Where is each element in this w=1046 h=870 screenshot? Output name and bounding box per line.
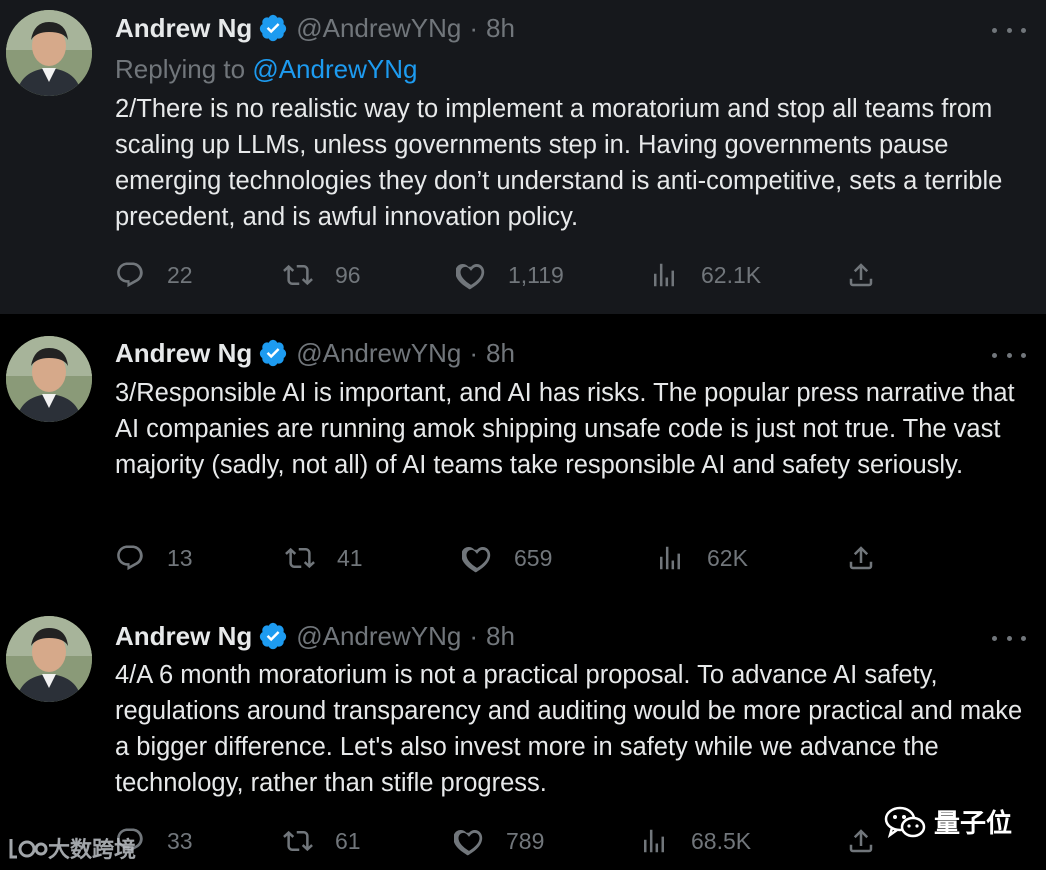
- separator: ·: [469, 620, 479, 651]
- replying-to: Replying to @AndrewYNg: [115, 54, 417, 85]
- like-button[interactable]: 789: [454, 821, 544, 861]
- views-count: 62.1K: [701, 261, 762, 288]
- tweet-header: Andrew Ng @AndrewYNg · 8h: [115, 335, 515, 371]
- verified-badge-icon: [260, 339, 287, 367]
- avatar[interactable]: [6, 10, 92, 96]
- like-count: 659: [514, 544, 553, 571]
- tweet-text: 4/A 6 month moratorium is not a practica…: [115, 661, 1023, 797]
- retweet-count: 96: [335, 261, 361, 288]
- views-icon: [644, 829, 664, 853]
- replying-label: Replying to: [115, 54, 246, 84]
- retweet-count: 41: [337, 544, 363, 571]
- tweet-text: 3/Responsible AI is important, and AI ha…: [115, 379, 1015, 479]
- heart-icon: [456, 263, 485, 290]
- views-count: 68.5K: [691, 827, 752, 854]
- like-count: 789: [506, 827, 545, 854]
- author-name[interactable]: Andrew Ng: [115, 338, 252, 369]
- share-icon: [849, 829, 873, 853]
- watermark-right: 量子位: [884, 803, 1012, 840]
- share-button[interactable]: [846, 538, 876, 578]
- retweet-icon: [285, 547, 315, 569]
- reply-count: 22: [167, 261, 193, 288]
- heart-icon: [454, 829, 483, 856]
- reply-button[interactable]: 13: [115, 538, 193, 578]
- like-button[interactable]: 1,119: [456, 255, 564, 295]
- retweet-button[interactable]: 61: [283, 821, 361, 861]
- views-count: 62K: [707, 544, 748, 571]
- tweet-header: Andrew Ng @AndrewYNg · 8h: [115, 10, 515, 46]
- timestamp[interactable]: 8h: [486, 338, 515, 369]
- action-bar: 33 61 789 68.5K: [115, 821, 895, 861]
- share-icon: [849, 263, 873, 287]
- tweet[interactable]: Andrew Ng @AndrewYNg · 8h Replying to @A…: [0, 0, 1046, 314]
- author-name[interactable]: Andrew Ng: [115, 13, 252, 44]
- verified-badge-icon: [260, 622, 287, 650]
- timestamp[interactable]: 8h: [486, 621, 515, 652]
- reply-icon: [117, 262, 143, 288]
- retweet-count: 61: [335, 827, 361, 854]
- heart-icon: [462, 546, 491, 573]
- reply-button[interactable]: 22: [115, 255, 193, 295]
- wechat-icon: [884, 806, 926, 838]
- share-button[interactable]: [846, 255, 876, 295]
- like-count: 1,119: [508, 261, 564, 288]
- tweet[interactable]: Andrew Ng @AndrewYNg · 8h 3/Responsible …: [0, 314, 1046, 598]
- retweet-button[interactable]: 41: [285, 538, 363, 578]
- watermark-logo-icon: [9, 839, 48, 859]
- mention-link[interactable]: @AndrewYNg: [252, 54, 417, 84]
- verified-badge-icon: [260, 14, 287, 42]
- separator: ·: [469, 337, 479, 368]
- views-icon: [654, 263, 674, 287]
- tweet-text: 2/There is no realistic way to implement…: [115, 95, 1003, 231]
- more-icon[interactable]: [992, 345, 1026, 365]
- watermark-left-text: 大数跨境: [48, 837, 137, 862]
- retweet-button[interactable]: 96: [283, 255, 361, 295]
- author-name[interactable]: Andrew Ng: [115, 621, 252, 652]
- more-icon[interactable]: [992, 628, 1026, 648]
- author-handle[interactable]: @AndrewYNg: [296, 338, 461, 369]
- timestamp[interactable]: 8h: [486, 13, 515, 44]
- share-button[interactable]: [846, 821, 876, 861]
- watermark-right-text: 量子位: [933, 808, 1012, 838]
- retweet-icon: [283, 264, 313, 286]
- views-button[interactable]: 68.5K: [639, 821, 751, 861]
- author-handle[interactable]: @AndrewYNg: [296, 621, 461, 652]
- separator: ·: [469, 12, 479, 43]
- reply-icon: [117, 545, 143, 571]
- views-button[interactable]: 62.1K: [649, 255, 761, 295]
- share-icon: [849, 546, 873, 570]
- tweet-header: Andrew Ng @AndrewYNg · 8h: [115, 618, 515, 654]
- views-icon: [660, 546, 680, 570]
- retweet-icon: [283, 830, 313, 852]
- avatar[interactable]: [6, 616, 92, 702]
- avatar[interactable]: [6, 336, 92, 422]
- views-button[interactable]: 62K: [655, 538, 748, 578]
- author-handle[interactable]: @AndrewYNg: [296, 13, 461, 44]
- action-bar: 13 41 659 62K: [115, 538, 895, 578]
- action-bar: 22 96 1,119 62.1K: [115, 255, 895, 295]
- reply-count: 33: [167, 827, 193, 854]
- more-icon[interactable]: [992, 20, 1026, 40]
- watermark-left: 大数跨境: [8, 832, 136, 864]
- reply-count: 13: [167, 544, 193, 571]
- like-button[interactable]: 659: [462, 538, 552, 578]
